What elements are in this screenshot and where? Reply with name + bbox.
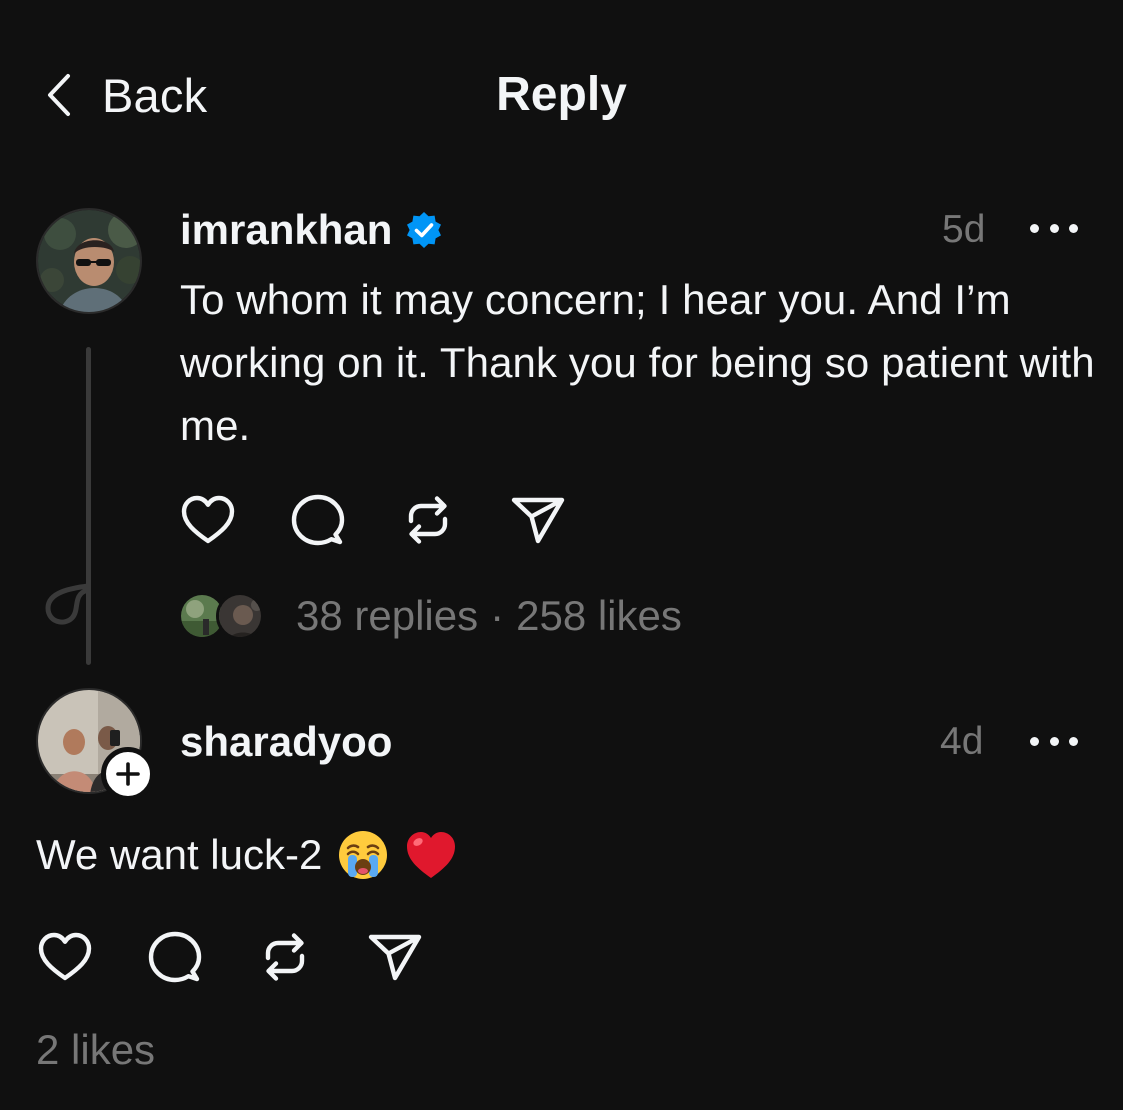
avatar-photo bbox=[38, 210, 140, 312]
reply-likes-count[interactable]: 2 likes bbox=[36, 1026, 155, 1074]
repost-button[interactable] bbox=[253, 925, 317, 989]
like-button[interactable] bbox=[33, 925, 97, 989]
post-username: imrankhan bbox=[180, 206, 393, 253]
reply-username: sharadyoo bbox=[180, 718, 393, 765]
replier-avatars bbox=[178, 590, 268, 642]
comment-icon bbox=[148, 931, 202, 983]
thread-reply-screen: Back Reply imrankhan 5d To whom it may c… bbox=[0, 0, 1123, 1110]
share-icon bbox=[511, 497, 565, 544]
thread-curl bbox=[45, 583, 91, 625]
post-stats: 38 replies · 258 likes bbox=[178, 588, 682, 644]
comment-button[interactable] bbox=[143, 925, 207, 989]
follow-button[interactable] bbox=[101, 747, 155, 801]
share-icon bbox=[368, 934, 422, 981]
post-text: To whom it may concern; I hear you. And … bbox=[180, 276, 1095, 449]
reply-actions bbox=[33, 925, 473, 989]
share-button[interactable] bbox=[363, 925, 427, 989]
heart-icon bbox=[38, 932, 92, 981]
like-button[interactable] bbox=[176, 488, 240, 552]
more-options-icon[interactable] bbox=[1030, 213, 1078, 243]
post-timestamp: 5d bbox=[942, 208, 986, 251]
share-button[interactable] bbox=[506, 488, 570, 552]
plus-icon bbox=[116, 762, 140, 786]
repost-icon bbox=[265, 933, 305, 981]
page-title: Reply bbox=[496, 68, 627, 121]
red-heart-icon bbox=[404, 828, 458, 882]
likes-count[interactable]: 258 likes bbox=[516, 592, 682, 640]
comment-icon bbox=[291, 494, 345, 546]
more-options-icon[interactable] bbox=[1030, 726, 1078, 756]
stats-separator: · bbox=[490, 592, 505, 639]
reply-text-content: We want luck-2 bbox=[36, 831, 323, 878]
replies-count[interactable]: 38 replies bbox=[296, 592, 478, 640]
comment-button[interactable] bbox=[286, 488, 350, 552]
reply-text: We want luck-2 bbox=[36, 824, 458, 886]
reply-author[interactable]: sharadyoo bbox=[180, 716, 392, 768]
post-actions bbox=[176, 488, 616, 552]
verified-badge-icon bbox=[404, 210, 444, 250]
loudly-crying-face-icon bbox=[336, 828, 390, 882]
repost-button[interactable] bbox=[396, 488, 460, 552]
reply-timestamp: 4d bbox=[940, 720, 984, 763]
replier-avatar[interactable] bbox=[216, 592, 264, 640]
repost-icon bbox=[408, 496, 448, 544]
post-author[interactable]: imrankhan bbox=[180, 204, 444, 256]
avatar[interactable] bbox=[36, 208, 142, 314]
heart-icon bbox=[181, 495, 235, 544]
